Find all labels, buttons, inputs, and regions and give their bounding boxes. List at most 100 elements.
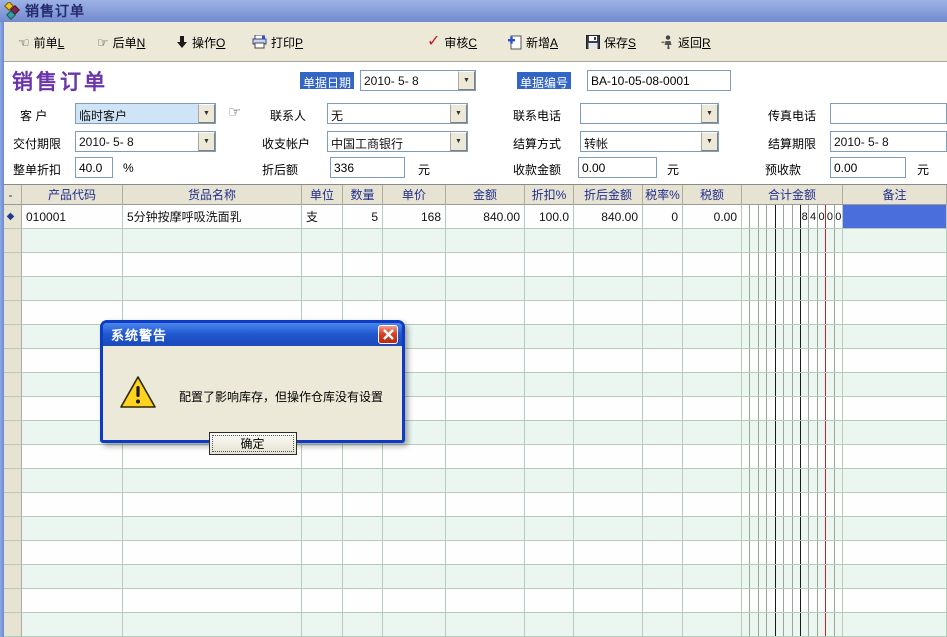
cell-price[interactable] [383, 517, 446, 541]
cell-price[interactable] [383, 565, 446, 589]
cell-total[interactable] [742, 469, 843, 493]
cell-amount[interactable]: 840.00 [446, 205, 525, 229]
table-row-empty[interactable] [0, 253, 947, 277]
column-header-price[interactable]: 单价 [383, 185, 446, 205]
cell-total[interactable] [742, 277, 843, 301]
cell-tax[interactable] [683, 445, 742, 469]
cell-disc_amount[interactable] [574, 277, 643, 301]
cell-tax[interactable] [683, 229, 742, 253]
cell-discount[interactable] [525, 325, 574, 349]
cell-unit[interactable] [302, 445, 343, 469]
cell-unit[interactable] [302, 613, 343, 637]
cell-qty[interactable] [343, 229, 383, 253]
cell-amount[interactable] [446, 565, 525, 589]
cell-total[interactable] [742, 589, 843, 613]
cell-name[interactable] [123, 589, 302, 613]
cell-discount[interactable] [525, 253, 574, 277]
cell-disc_amount[interactable] [574, 325, 643, 349]
cell-disc_amount[interactable] [574, 493, 643, 517]
cell-qty[interactable] [343, 589, 383, 613]
doc-date-combobox[interactable]: 2010- 5- 8 ▼ [360, 70, 476, 91]
cell-tax[interactable] [683, 349, 742, 373]
cell-tax[interactable] [683, 301, 742, 325]
cell-code[interactable] [22, 589, 123, 613]
chevron-down-icon[interactable]: ▼ [450, 104, 467, 123]
column-header-tax[interactable]: 税额 [683, 185, 742, 205]
cell-tax_rate[interactable] [643, 469, 683, 493]
settle-date-combobox[interactable]: 2010- 5- 8 ▼ [830, 131, 947, 152]
cell-amount[interactable] [446, 253, 525, 277]
cell-qty[interactable] [343, 277, 383, 301]
cell-tax_rate[interactable] [643, 253, 683, 277]
account-combobox[interactable]: 中国工商银行 ▼ [327, 131, 468, 152]
cell-total[interactable] [742, 493, 843, 517]
table-row-empty[interactable] [0, 541, 947, 565]
cell-amount[interactable] [446, 397, 525, 421]
cell-tax_rate[interactable] [643, 565, 683, 589]
cell-amount[interactable] [446, 301, 525, 325]
cell-disc_amount[interactable] [574, 397, 643, 421]
cell-discount[interactable] [525, 229, 574, 253]
cell-disc_amount[interactable] [574, 349, 643, 373]
cell-tax[interactable] [683, 469, 742, 493]
dialog-titlebar[interactable]: 系统警告 [103, 323, 402, 346]
cell-price[interactable] [383, 589, 446, 613]
contact-phone-combobox[interactable]: ▼ [580, 103, 719, 124]
cell-disc_amount[interactable] [574, 469, 643, 493]
cell-amount[interactable] [446, 589, 525, 613]
cell-tax_rate[interactable] [643, 373, 683, 397]
table-row-empty[interactable] [0, 229, 947, 253]
cell-total[interactable] [742, 445, 843, 469]
cell-code[interactable] [22, 229, 123, 253]
cell-tax_rate[interactable] [643, 325, 683, 349]
cell-price[interactable] [383, 469, 446, 493]
cell-qty[interactable]: 5 [343, 205, 383, 229]
cell-unit[interactable] [302, 493, 343, 517]
table-row-empty[interactable] [0, 277, 947, 301]
table-row-empty[interactable] [0, 493, 947, 517]
chevron-down-icon[interactable]: ▼ [458, 71, 475, 90]
table-row-empty[interactable] [0, 565, 947, 589]
toolbar-button-print[interactable]: 打印P [252, 33, 303, 51]
cell-price[interactable] [383, 493, 446, 517]
customer-combobox[interactable]: 临时客户 ▼ [75, 103, 216, 124]
cell-unit[interactable]: 支 [302, 205, 343, 229]
cell-unit[interactable] [302, 253, 343, 277]
cell-total[interactable] [742, 421, 843, 445]
column-header-remark[interactable]: 备注 [843, 185, 947, 205]
toolbar-button-return[interactable]: 返回R [661, 33, 711, 51]
cell-tax_rate[interactable] [643, 277, 683, 301]
cell-tax_rate[interactable] [643, 613, 683, 637]
cell-remark[interactable] [843, 565, 947, 589]
cell-tax[interactable] [683, 589, 742, 613]
cell-remark[interactable] [843, 325, 947, 349]
cell-discount[interactable] [525, 565, 574, 589]
cell-tax_rate[interactable] [643, 493, 683, 517]
cell-tax[interactable] [683, 541, 742, 565]
cell-discount[interactable] [525, 349, 574, 373]
cell-price[interactable] [383, 613, 446, 637]
cell-name[interactable] [123, 469, 302, 493]
cell-code[interactable] [22, 253, 123, 277]
cell-code[interactable]: 010001 [22, 205, 123, 229]
cell-tax[interactable] [683, 517, 742, 541]
cell-remark[interactable] [843, 373, 947, 397]
cell-code[interactable] [22, 445, 123, 469]
cell-qty[interactable] [343, 565, 383, 589]
cell-name[interactable] [123, 493, 302, 517]
cell-price[interactable] [383, 229, 446, 253]
cell-discount[interactable] [525, 517, 574, 541]
cell-code[interactable] [22, 469, 123, 493]
cell-tax[interactable] [683, 277, 742, 301]
cell-amount[interactable] [446, 469, 525, 493]
delivery-date-combobox[interactable]: 2010- 5- 8 ▼ [75, 131, 216, 152]
cell-tax_rate[interactable] [643, 445, 683, 469]
cell-total[interactable] [742, 565, 843, 589]
cell-remark[interactable] [843, 277, 947, 301]
cell-disc_amount[interactable] [574, 613, 643, 637]
table-row-empty[interactable] [0, 589, 947, 613]
cell-name[interactable]: 5分钟按摩呼吸洗面乳 [123, 205, 302, 229]
received-input[interactable] [578, 157, 657, 178]
cell-disc_amount[interactable] [574, 229, 643, 253]
cell-qty[interactable] [343, 445, 383, 469]
